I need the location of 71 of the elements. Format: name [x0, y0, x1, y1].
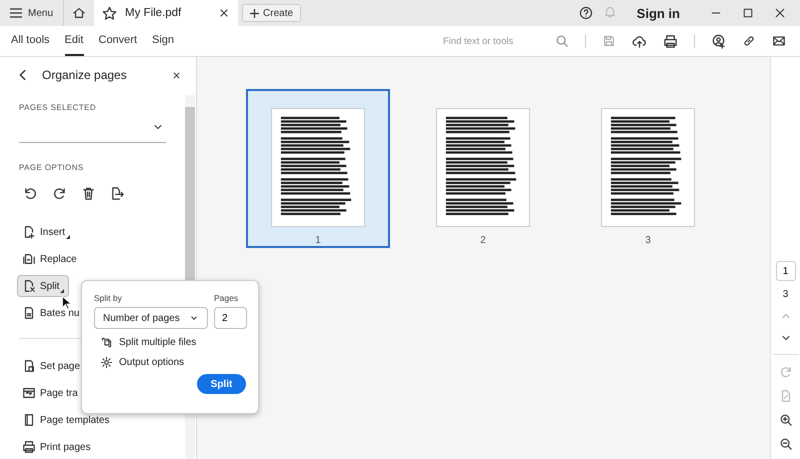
tool-button[interactable]: Page tra [17, 382, 83, 404]
zoom-in-icon[interactable] [778, 413, 792, 427]
search-icon[interactable] [555, 34, 569, 48]
tool-button[interactable]: Replace [17, 248, 82, 270]
menu-button[interactable]: Menu [0, 0, 64, 26]
page-number-field[interactable]: 1 [776, 261, 796, 281]
home-icon[interactable] [72, 6, 86, 20]
tool-button[interactable]: Bates nu [17, 302, 84, 324]
page-number: 1 [315, 235, 321, 246]
menu-corner-icon [66, 235, 70, 239]
pages-field[interactable]: 2 [214, 307, 247, 329]
toolbar-tab[interactable]: Sign [152, 26, 174, 56]
page-transition-icon[interactable] [22, 386, 36, 400]
page-tile[interactable]: 2 [411, 89, 555, 248]
toolbar-tab[interactable]: Convert [98, 26, 138, 56]
pages-swap-icon[interactable] [22, 252, 36, 266]
tool-button[interactable]: Split [17, 275, 70, 297]
create-button[interactable]: Create [242, 4, 302, 22]
cursor-icon [62, 296, 71, 310]
page-thumbnail[interactable] [601, 108, 695, 227]
cloud-upload-icon[interactable] [632, 34, 647, 48]
close-icon[interactable] [774, 7, 786, 19]
page-number: 3 [645, 235, 651, 246]
tool-button[interactable]: Page templates [17, 409, 114, 431]
section-label: PAGES SELECTED [19, 103, 98, 112]
toolbar-tab[interactable]: All tools [11, 26, 50, 56]
page-tile[interactable]: 1 [246, 89, 390, 248]
help-icon[interactable] [578, 6, 593, 20]
option-link[interactable]: Split multiple files [100, 336, 196, 349]
rotate-left-icon[interactable] [23, 186, 38, 201]
gear-icon[interactable] [100, 356, 113, 369]
zoom-out-icon[interactable] [778, 437, 792, 451]
split-by-dropdown[interactable]: Number of pages [94, 307, 208, 329]
section-label: PAGE OPTIONS [19, 163, 85, 172]
tool-button[interactable]: Set page [17, 355, 86, 377]
page-plus-icon[interactable] [22, 225, 36, 239]
maximize-icon[interactable] [742, 7, 754, 19]
plus-icon [250, 8, 260, 18]
printer-icon[interactable] [663, 34, 678, 48]
add-user-icon[interactable] [711, 34, 726, 48]
page-split-icon[interactable] [22, 279, 36, 293]
tool-button[interactable]: Print pages [17, 436, 96, 458]
page-thumbnail[interactable] [436, 108, 530, 227]
page-thumbnail[interactable] [271, 108, 365, 227]
panel-title: Organize pages [42, 68, 128, 82]
sign-in-button[interactable]: Sign in [630, 4, 686, 22]
menu-icon [10, 8, 22, 18]
numbered-page-icon[interactable] [22, 306, 36, 320]
toolbar-tab[interactable]: Edit [64, 26, 84, 56]
search-field[interactable]: Find text or tools [441, 34, 555, 48]
field-label: Split by [94, 293, 123, 303]
page-count: 3 [782, 289, 788, 300]
option-link[interactable]: Output options [100, 356, 184, 369]
page-size-icon[interactable] [22, 359, 36, 373]
close-icon[interactable] [171, 70, 182, 80]
mail-icon[interactable] [772, 34, 786, 48]
file-tab[interactable]: My File.pdf [94, 0, 238, 26]
trash-icon[interactable] [81, 186, 96, 201]
page-template-icon[interactable] [22, 413, 36, 427]
field-label: Pages [214, 293, 240, 303]
tool-button[interactable]: Insert [17, 221, 76, 243]
page-number: 2 [480, 235, 486, 246]
multiple-pages-icon[interactable] [100, 336, 113, 349]
split-button[interactable]: Split [197, 374, 246, 394]
link-icon[interactable] [742, 34, 756, 48]
rotate-right-icon[interactable] [52, 186, 67, 201]
star-icon[interactable] [102, 6, 118, 20]
page-export-icon[interactable] [110, 186, 125, 201]
close-icon[interactable] [218, 7, 230, 19]
page-tile[interactable]: 3 [576, 89, 720, 248]
printer-icon[interactable] [22, 440, 36, 454]
